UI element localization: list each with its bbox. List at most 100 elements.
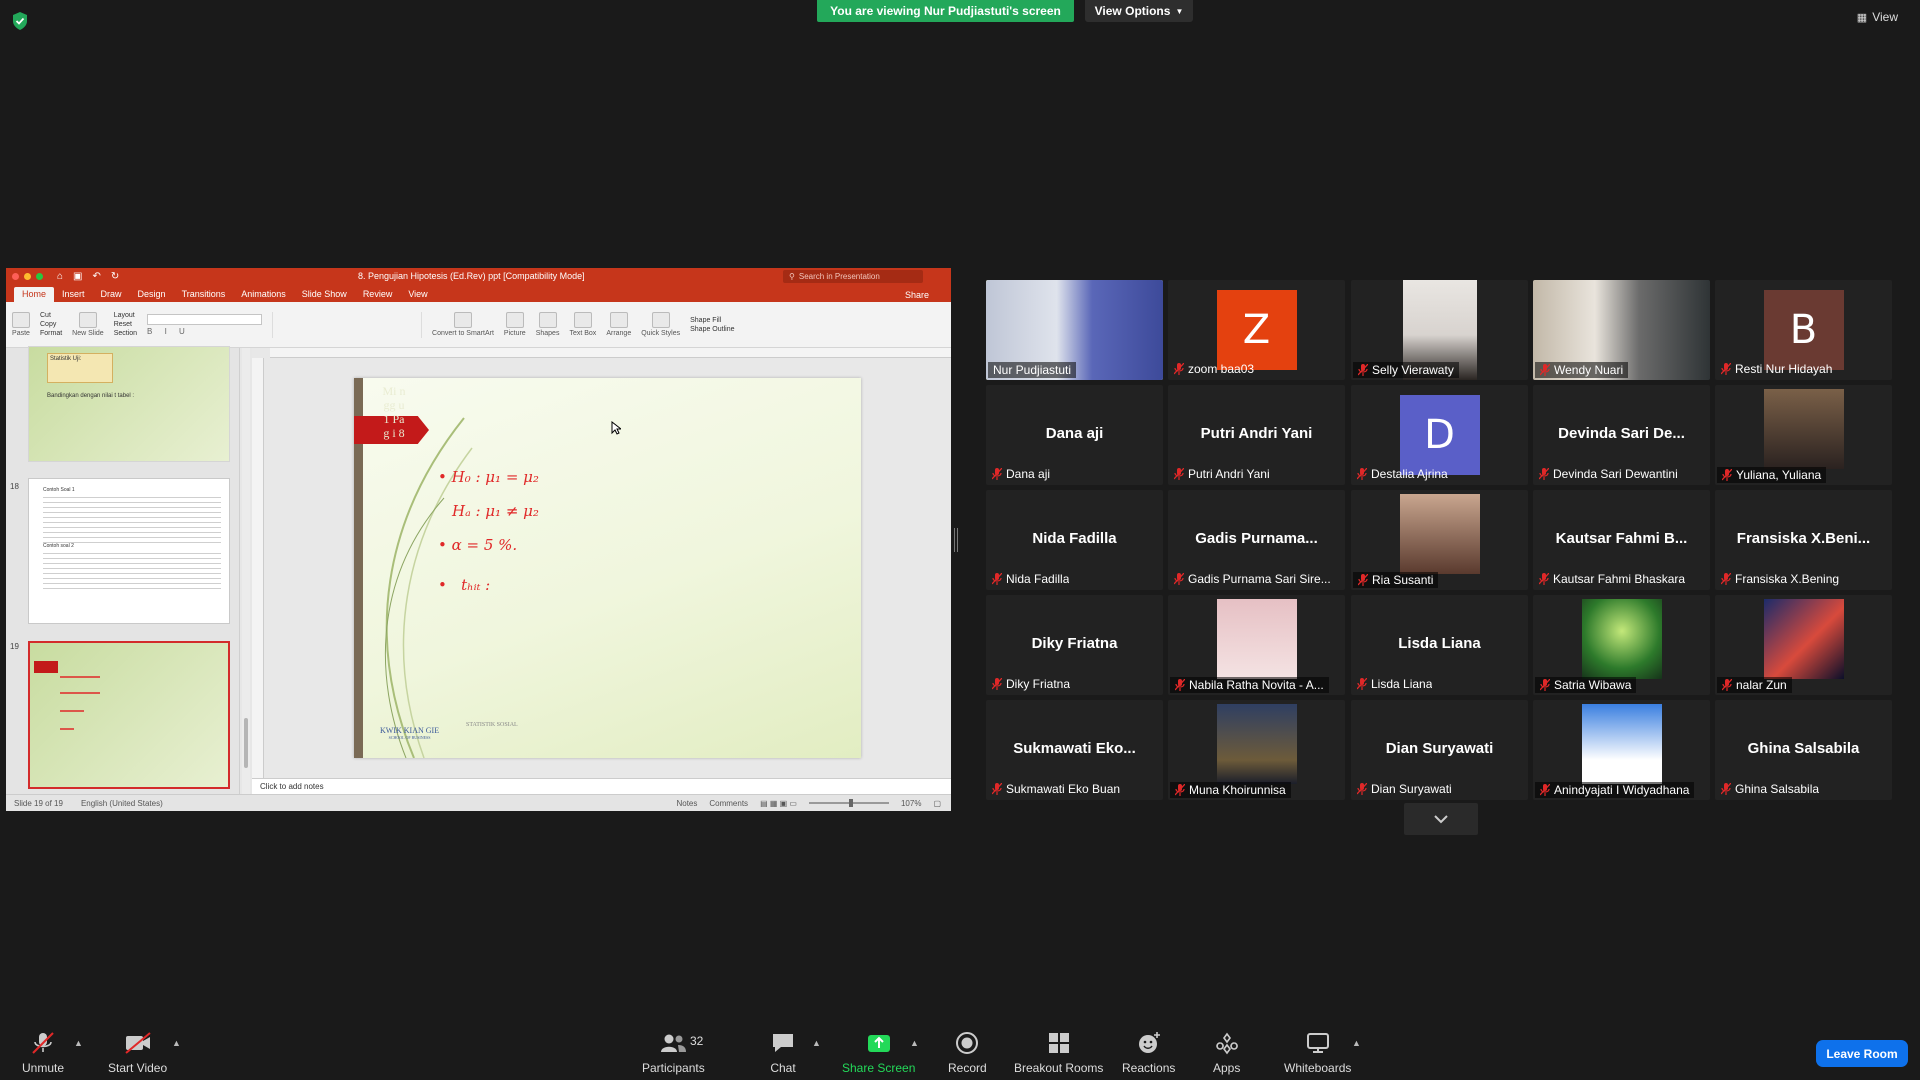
view-options-button[interactable]: View Options ▼	[1085, 0, 1193, 22]
slide-thumbnail-17[interactable]: Statistik Uji: Bandingkan dengan nilai t…	[28, 346, 230, 462]
participant-tile[interactable]: Kautsar Fahmi B... Kautsar Fahmi Bhaskara	[1533, 490, 1710, 590]
reset-button[interactable]: Reset	[114, 321, 137, 328]
quick-styles-button[interactable]: Quick Styles	[641, 312, 680, 337]
text-box-button[interactable]: Text Box	[569, 312, 596, 337]
participant-tile[interactable]: Ria Susanti	[1351, 490, 1528, 590]
participant-tile[interactable]: Satria Wibawa	[1533, 595, 1710, 695]
participant-tile[interactable]: Wendy Nuari	[1533, 280, 1710, 380]
leave-room-button[interactable]: Leave Room	[1816, 1040, 1908, 1067]
slide-thumbnail-19[interactable]	[28, 641, 230, 789]
undo-icon[interactable]: ↶	[93, 271, 101, 282]
video-options-caret-icon[interactable]: ▲	[172, 1038, 181, 1048]
chat-button[interactable]: Chat	[770, 1031, 796, 1075]
participant-tile[interactable]: B Resti Nur Hidayah	[1715, 280, 1892, 380]
participant-display-name: Diky Friatna	[1031, 635, 1118, 652]
audio-options-caret-icon[interactable]: ▲	[74, 1038, 83, 1048]
gallery-next-page-button[interactable]	[1404, 803, 1478, 835]
participant-tile[interactable]: Nur Pudjiastuti	[986, 280, 1163, 380]
format-painter-button[interactable]: Format	[40, 330, 62, 337]
participant-tile[interactable]: Ghina Salsabila Ghina Salsabila	[1715, 700, 1892, 800]
participant-tile[interactable]: Lisda Liana Lisda Liana	[1351, 595, 1528, 695]
shared-screen[interactable]: ⌂ ▣ ↶ ↻ 8. Pengujian Hipotesis (Ed.Rev) …	[6, 268, 951, 811]
reactions-button[interactable]: Reactions	[1122, 1031, 1175, 1075]
notes-toggle[interactable]: Notes	[676, 799, 697, 808]
cut-button[interactable]: Cut	[40, 312, 62, 319]
participant-tile[interactable]: Zzoom baa03	[1168, 280, 1345, 380]
tab-view[interactable]: View	[400, 287, 435, 302]
tab-animations[interactable]: Animations	[233, 287, 294, 302]
comments-toggle[interactable]: Comments	[709, 799, 748, 808]
participant-tile[interactable]: Fransiska X.Beni... Fransiska X.Bening	[1715, 490, 1892, 590]
shapes-icon	[538, 312, 557, 328]
shapes-button[interactable]: Shapes	[536, 312, 559, 337]
current-slide[interactable]: Mi ngg u 1 Pag i 8 • H₀ : μ₁ = μ₂ Hₐ : μ…	[354, 378, 861, 758]
zoom-dot-icon[interactable]	[36, 273, 43, 280]
tab-insert[interactable]: Insert	[54, 287, 93, 302]
view-button[interactable]: ▦ View	[1857, 10, 1898, 24]
tab-transitions[interactable]: Transitions	[174, 287, 234, 302]
view-mode-icons[interactable]: ▤ ▦ ▣ ▭	[760, 799, 797, 808]
fit-slide-icon[interactable]: ▢	[933, 799, 941, 808]
slide-editor[interactable]: Mi ngg u 1 Pag i 8 • H₀ : μ₁ = μ₂ Hₐ : μ…	[252, 348, 951, 778]
minimize-dot-icon[interactable]	[24, 273, 31, 280]
shape-outline-button[interactable]: Shape Outline	[690, 326, 734, 333]
participant-tile[interactable]: nalar Zun	[1715, 595, 1892, 695]
layout-button[interactable]: Layout	[114, 312, 137, 319]
tab-draw[interactable]: Draw	[93, 287, 130, 302]
notes-field[interactable]: Click to add notes	[252, 778, 951, 794]
participant-tile[interactable]: Sukmawati Eko... Sukmawati Eko Buan	[986, 700, 1163, 800]
breakout-rooms-button[interactable]: Breakout Rooms	[1014, 1031, 1103, 1075]
share-options-caret-icon[interactable]: ▲	[910, 1038, 919, 1048]
tab-home[interactable]: Home	[14, 287, 55, 302]
save-icon[interactable]: ▣	[73, 271, 82, 282]
language-indicator[interactable]: English (United States)	[81, 799, 163, 808]
apps-button[interactable]: Apps	[1213, 1031, 1240, 1075]
new-slide-button[interactable]: New Slide	[72, 312, 104, 337]
whiteboard-options-caret-icon[interactable]: ▲	[1352, 1038, 1361, 1048]
record-button[interactable]: Record	[948, 1031, 987, 1075]
shape-fill-button[interactable]: Shape Fill	[690, 317, 734, 324]
ppt-share-button[interactable]: Share	[897, 288, 937, 303]
participant-tile[interactable]: Diky Friatna Diky Friatna	[986, 595, 1163, 695]
whiteboards-button[interactable]: Whiteboards	[1284, 1031, 1351, 1075]
participant-tile[interactable]: Dana aji Dana aji	[986, 385, 1163, 485]
ppt-search-box[interactable]: ⚲ Search in Presentation	[783, 270, 923, 283]
participant-tile[interactable]: Dian Suryawati Dian Suryawati	[1351, 700, 1528, 800]
picture-button[interactable]: Picture	[504, 312, 526, 337]
participant-tile[interactable]: Devinda Sari De... Devinda Sari Dewantini	[1533, 385, 1710, 485]
participant-tile[interactable]: Nabila Ratha Novita - A...	[1168, 595, 1345, 695]
font-name-field[interactable]	[147, 313, 263, 325]
section-button[interactable]: Section	[114, 330, 137, 337]
participant-tile[interactable]: Muna Khoirunnisa	[1168, 700, 1345, 800]
zoom-level[interactable]: 107%	[901, 799, 921, 808]
split-resize-handle[interactable]	[954, 528, 958, 552]
start-video-button[interactable]: Start Video	[108, 1031, 167, 1075]
participant-tile[interactable]: Selly Vierawaty	[1351, 280, 1528, 380]
tab-design[interactable]: Design	[130, 287, 174, 302]
share-screen-button[interactable]: Share Screen	[842, 1031, 915, 1075]
participant-tile[interactable]: D Destalia Ajrina	[1351, 385, 1528, 485]
slide-thumbnail-18[interactable]: Contoh Soal 1 Contoh soal 2	[28, 478, 230, 624]
participant-tile[interactable]: Anindyajati I Widyadhana	[1533, 700, 1710, 800]
redo-icon[interactable]: ↻	[111, 271, 119, 282]
participant-tile[interactable]: Putri Andri Yani Putri Andri Yani	[1168, 385, 1345, 485]
copy-button[interactable]: Copy	[40, 321, 62, 328]
paste-button[interactable]: Paste	[12, 312, 30, 337]
security-shield-icon[interactable]	[12, 12, 28, 30]
participant-tile[interactable]: Gadis Purnama... Gadis Purnama Sari Sire.…	[1168, 490, 1345, 590]
scroll-thumb[interactable]	[244, 718, 248, 768]
zoom-slider[interactable]	[808, 799, 889, 807]
chat-options-caret-icon[interactable]: ▲	[812, 1038, 821, 1048]
tab-slide-show[interactable]: Slide Show	[294, 287, 355, 302]
participant-tile[interactable]: Nida Fadilla Nida Fadilla	[986, 490, 1163, 590]
close-dot-icon[interactable]	[12, 273, 19, 280]
unmute-button[interactable]: Unmute	[22, 1031, 64, 1075]
participant-tile[interactable]: Yuliana, Yuliana	[1715, 385, 1892, 485]
tab-review[interactable]: Review	[355, 287, 401, 302]
thumbnails-scrollbar[interactable]	[242, 348, 250, 794]
slide-thumbnails-pane[interactable]: Statistik Uji: Bandingkan dengan nilai t…	[6, 346, 240, 794]
convert-smartart-button[interactable]: Convert to SmartArt	[432, 312, 494, 337]
arrange-button[interactable]: Arrange	[606, 312, 631, 337]
home-icon[interactable]: ⌂	[57, 271, 63, 282]
font-format-buttons[interactable]: B I U	[147, 327, 262, 336]
